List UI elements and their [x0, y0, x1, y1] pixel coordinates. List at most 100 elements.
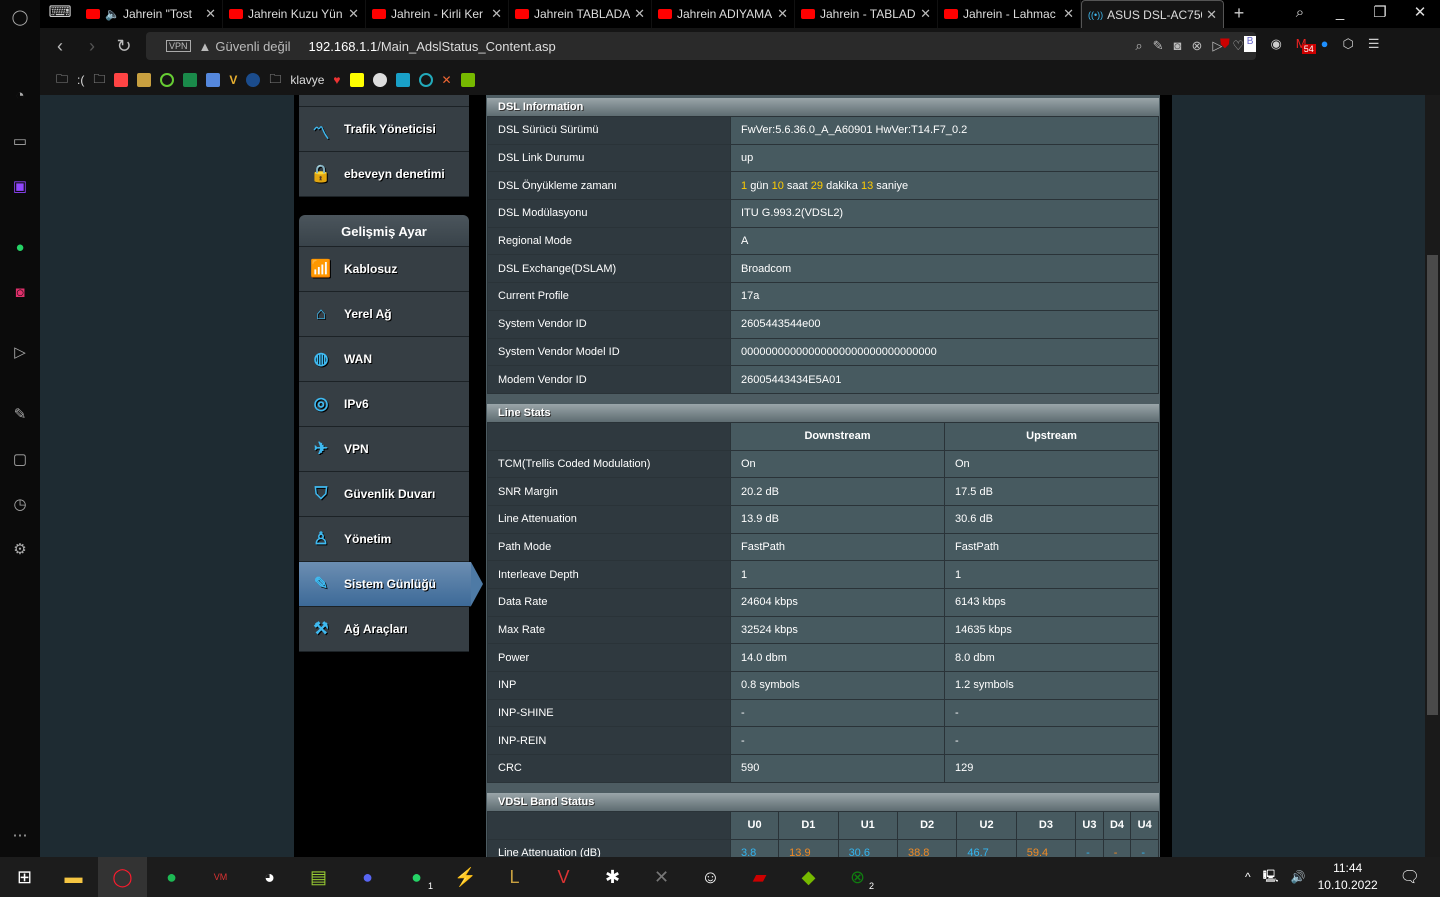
tab-6[interactable]: Jahrein - Lahmac ✕ — [938, 0, 1081, 28]
power-icon[interactable] — [160, 73, 175, 87]
pin-icon[interactable]: ✎ — [1153, 38, 1164, 54]
close-tab-icon[interactable]: ✕ — [920, 6, 931, 22]
bookmark-icon[interactable] — [114, 73, 129, 87]
tab-7[interactable]: ((•)) ASUS DSL-AC750 ✕ — [1081, 0, 1224, 28]
forward-button[interactable]: › — [76, 36, 108, 57]
bookmark-icon[interactable] — [372, 73, 387, 87]
app-icon[interactable]: ✱ — [588, 857, 637, 897]
discord-icon[interactable]: ● — [343, 857, 392, 897]
briefcase-icon[interactable]: ▭ — [10, 132, 30, 152]
gamepad-icon[interactable]: ⌨ — [40, 0, 80, 28]
close-window-button[interactable]: ✕ — [1400, 0, 1440, 28]
nvidia-icon[interactable] — [460, 73, 475, 87]
folder-icon[interactable]: 🗀 — [56, 70, 68, 91]
nvidia-icon[interactable]: ◆ — [784, 857, 833, 897]
whatsapp-icon[interactable]: ● 1 — [392, 857, 441, 897]
back-button[interactable]: ‹ — [44, 36, 76, 57]
vpn-badge[interactable]: VPN — [166, 40, 191, 52]
bookmark-icon[interactable] — [206, 73, 221, 87]
start-button[interactable]: ⊞ — [0, 857, 49, 897]
bookmark-folder[interactable]: :( — [77, 73, 84, 87]
menu-item-6[interactable]: ♙ Yönetim — [299, 517, 469, 562]
menu-item-8[interactable]: ⚒ Ağ Araçları — [299, 607, 469, 652]
volume-icon[interactable]: 🔊 — [1291, 870, 1306, 884]
b-extension-icon[interactable]: B — [1243, 36, 1257, 52]
tabs-icon[interactable]: ▢ — [10, 450, 30, 470]
xbox-icon[interactable]: ⊗ 2 — [833, 857, 882, 897]
heart-bookmark-icon[interactable]: ♥ — [333, 73, 340, 87]
opera-icon[interactable]: ◯ — [98, 857, 147, 897]
app-icon[interactable]: ✕ — [637, 857, 686, 897]
menu-item-0[interactable]: 📶 Kablosuz — [299, 247, 469, 292]
app-icon[interactable]: ☺ — [686, 857, 735, 897]
bookmark-icon[interactable] — [395, 73, 410, 87]
close-tab-icon[interactable]: ✕ — [348, 6, 359, 22]
shazam-icon[interactable]: ● — [1321, 36, 1329, 52]
player-icon[interactable]: ▷ — [10, 343, 30, 363]
menu-item-4[interactable]: ✈ VPN — [299, 427, 469, 472]
tab-2[interactable]: Jahrein - Kirli Ker ✕ — [366, 0, 509, 28]
snapshot-icon[interactable]: ◙ — [1174, 38, 1182, 54]
folder-icon[interactable]: 🗀 — [93, 70, 105, 91]
speed-dial-icon[interactable]: ◔ — [10, 86, 30, 106]
instagram-icon[interactable]: ◙ — [10, 283, 30, 303]
menu-item-2[interactable]: ◍ WAN — [299, 337, 469, 382]
security-status[interactable]: Güvenli değil — [215, 39, 290, 54]
spotify-icon[interactable]: ● — [147, 857, 196, 897]
audio-icon[interactable]: 🔈 — [105, 7, 120, 21]
close-tab-icon[interactable]: ✕ — [777, 6, 788, 22]
notepad-icon[interactable]: ▤ — [294, 857, 343, 897]
bookmark-icon[interactable] — [418, 73, 433, 87]
tab-1[interactable]: Jahrein Kuzu Yün ✕ — [223, 0, 366, 28]
bookmark-icon[interactable] — [137, 73, 152, 87]
twitch-icon[interactable]: ▣ — [10, 177, 30, 197]
close-tab-icon[interactable]: ✕ — [491, 6, 502, 22]
whatsapp-icon[interactable]: ● — [10, 238, 30, 258]
close-tab-icon[interactable]: ✕ — [1206, 7, 1217, 23]
minimize-button[interactable]: _ — [1320, 0, 1360, 28]
edit-icon[interactable]: ✎ — [10, 405, 30, 425]
restore-button[interactable]: ❐ — [1360, 0, 1400, 28]
bookmark-icon[interactable] — [183, 73, 198, 87]
gmail-extension-icon[interactable]: M54 — [1296, 36, 1316, 54]
tab-4[interactable]: Jahrein ADIYAMA ✕ — [652, 0, 795, 28]
close-tab-icon[interactable]: ✕ — [1063, 6, 1074, 22]
folder-icon[interactable]: 🗀 — [269, 70, 281, 91]
zoom-icon[interactable]: ⌕ — [1135, 38, 1142, 54]
app-icon[interactable]: ▰ — [735, 857, 784, 897]
more-icon[interactable]: ⋯ — [10, 826, 30, 846]
block-icon[interactable]: ⊗ — [1191, 38, 1202, 54]
menu-item-7[interactable]: ✎ Sistem Günlüğü — [299, 562, 483, 607]
notifications-icon[interactable]: 🗨 — [1400, 867, 1420, 887]
menu-item-parental-control[interactable]: 🔒 ebeveyn denetimi — [299, 152, 469, 197]
steam-icon[interactable]: ◕ — [245, 857, 294, 897]
tab-3[interactable]: Jahrein TABLADA ✕ — [509, 0, 652, 28]
steam-icon[interactable] — [246, 73, 261, 87]
close-tab-icon[interactable]: ✕ — [634, 6, 645, 22]
settings-icon[interactable]: ⚙ — [10, 540, 30, 560]
flash-icon[interactable]: ⚡ — [441, 857, 490, 897]
player-extension-icon[interactable]: ◉ — [1270, 36, 1281, 52]
network-icon[interactable]: 🖳 — [1263, 867, 1279, 888]
opera-logo-icon[interactable]: ◯ — [10, 8, 30, 28]
voicemeeter-icon[interactable]: VM — [196, 857, 245, 897]
easy-setup-icon[interactable]: ☰ — [1368, 36, 1380, 52]
bookmark-icon[interactable] — [349, 73, 364, 87]
menu-item-1[interactable]: ⌂ Yerel Ağ — [299, 292, 469, 337]
cube-icon[interactable]: ⬡ — [1342, 36, 1353, 52]
clock[interactable]: 11:44 10.10.2022 — [1318, 860, 1378, 894]
menu-item-traffic-manager[interactable]: 〽 Trafik Yöneticisi — [299, 107, 469, 152]
close-tab-icon[interactable]: ✕ — [205, 6, 216, 22]
league-icon[interactable]: L — [490, 857, 539, 897]
ublock-icon[interactable]: ⛊ — [1220, 36, 1230, 52]
tab-5[interactable]: Jahrein - TABLAD ✕ — [795, 0, 938, 28]
bookmark-folder[interactable]: klavye — [290, 73, 324, 87]
url-field[interactable]: VPN ▲ Güvenli değil 192.168.1.1 /Main_Ad… — [146, 32, 1256, 60]
bookmark-icon[interactable]: V — [229, 73, 237, 87]
menu-item-3[interactable]: ◎ IPv6 — [299, 382, 469, 427]
valorant-icon[interactable]: V — [539, 857, 588, 897]
tray-expand-icon[interactable]: ^ — [1245, 870, 1251, 884]
bookmark-icon[interactable]: ✕ — [442, 73, 452, 87]
tab-0[interactable]: 🔈 Jahrein "Tost ✕ — [80, 0, 223, 28]
scrollbar-thumb[interactable] — [1427, 255, 1438, 715]
